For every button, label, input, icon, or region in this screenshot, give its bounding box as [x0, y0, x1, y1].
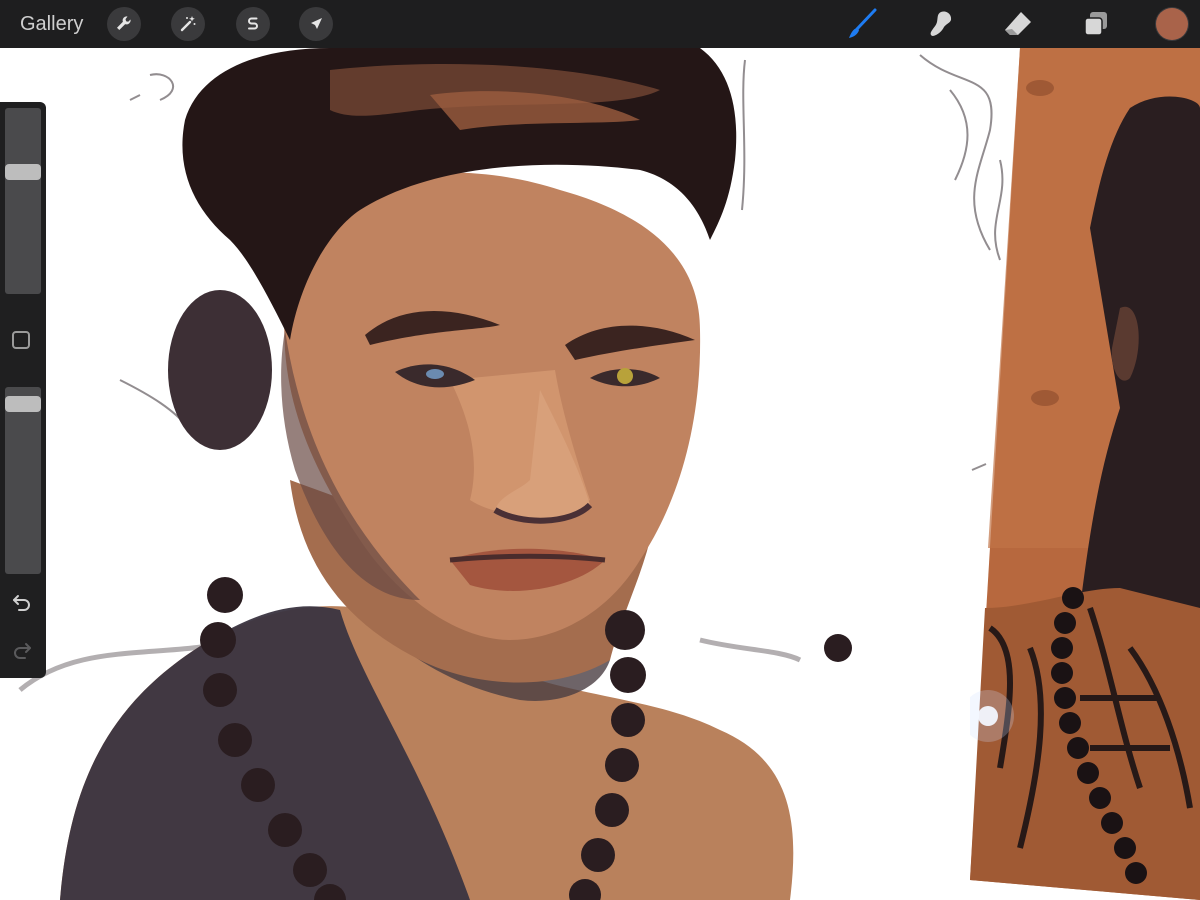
eraser-tool[interactable]: [998, 4, 1038, 44]
layers-icon: [1084, 12, 1107, 36]
layers-tool[interactable]: [1076, 4, 1116, 44]
modify-square-icon[interactable]: [12, 331, 30, 349]
smudge-tool[interactable]: [920, 4, 960, 44]
left-sidebar: [0, 102, 46, 678]
selection-s-icon: [248, 17, 258, 30]
actions-button[interactable]: [107, 7, 141, 41]
transform-arrow-icon: [311, 18, 322, 29]
selection-button[interactable]: [236, 7, 270, 41]
redo-icon: [14, 643, 31, 659]
opacity-handle[interactable]: [5, 396, 41, 412]
opacity-slider[interactable]: [5, 387, 41, 574]
smudge-icon: [930, 11, 952, 37]
redo-button[interactable]: [10, 638, 34, 662]
eraser-icon: [1005, 12, 1031, 35]
top-toolbar: Gallery: [0, 0, 1200, 48]
ear-shape: [168, 290, 272, 450]
undo-icon: [13, 595, 30, 611]
wrench-icon: [117, 16, 131, 30]
brush-size-slider[interactable]: [5, 108, 41, 294]
color-swatch-button[interactable]: [1156, 8, 1188, 40]
transform-button[interactable]: [299, 7, 333, 41]
gallery-button[interactable]: Gallery: [20, 12, 83, 36]
brush-tool[interactable]: [842, 4, 882, 44]
magic-wand-icon: [180, 16, 196, 32]
brush-size-handle[interactable]: [5, 164, 41, 180]
reference-image[interactable]: [970, 48, 1200, 900]
undo-button[interactable]: [10, 590, 34, 614]
adjustments-button[interactable]: [171, 7, 205, 41]
brush-icon: [849, 8, 877, 38]
